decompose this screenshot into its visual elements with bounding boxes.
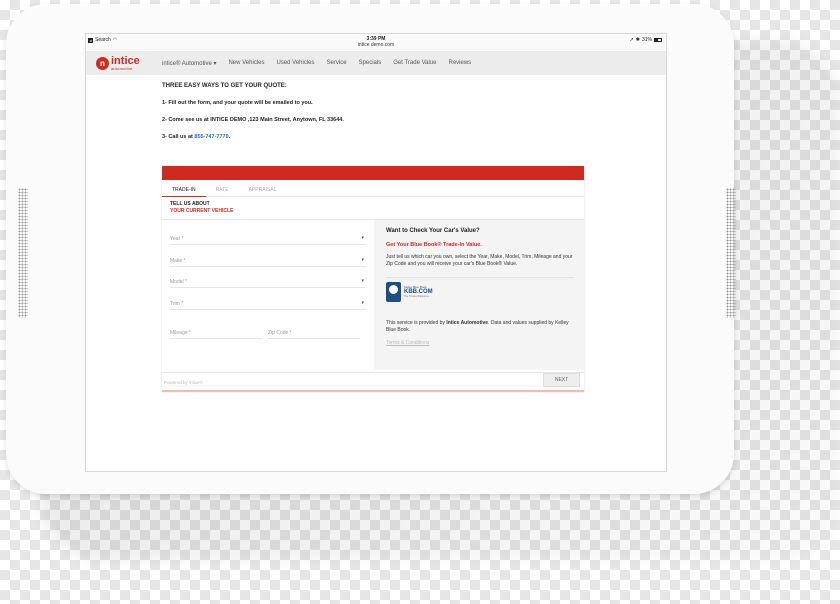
tab-trade-in[interactable]: TRADE-IN — [162, 183, 206, 197]
logo-mark-icon: n — [96, 56, 109, 70]
location-icon: ➚ — [629, 37, 634, 43]
nav-item-service[interactable]: Service — [327, 60, 347, 67]
chevron-down-icon: ▾ — [361, 257, 364, 263]
nav-item-reviews[interactable]: Reviews — [448, 60, 471, 67]
kbb-panel: Want to Check Your Car's Value? Get Your… — [374, 220, 584, 370]
zip-code-label: Zip Code * — [268, 330, 292, 336]
powered-by: Powered by intice® — [164, 380, 203, 385]
step-three: 3- Call us at 855-747-7770. — [162, 134, 230, 140]
nav-item-new-vehicles[interactable]: New Vehicles — [228, 60, 264, 67]
site-logo[interactable]: n intice automotive — [96, 54, 162, 71]
kbb-divider — [386, 277, 574, 278]
nav-menu: intice® Automotive ▾ New Vehicles Used V… — [162, 60, 471, 67]
mileage-label: Mileage * — [170, 330, 191, 336]
step-three-prefix: 3- Call us at — [162, 134, 195, 140]
phone-link[interactable]: 855-747-7770 — [194, 134, 228, 140]
next-button[interactable]: NEXT — [543, 373, 580, 387]
zip-code-input[interactable]: Zip Code * — [268, 325, 360, 339]
mileage-input[interactable]: Mileage * — [170, 325, 262, 339]
kbb-logo-tag: The Trusted Resource — [404, 294, 429, 298]
trim-select[interactable]: Trim * ▾ — [170, 296, 366, 310]
site-navbar: n intice automotive intice® Automotive ▾… — [86, 51, 666, 75]
speaker-grille-right — [726, 188, 736, 318]
make-select[interactable]: Make * ▾ — [170, 253, 366, 267]
step-one: 1- Fill out the form, and your quote wil… — [162, 100, 313, 106]
chevron-down-icon: ▾ — [361, 300, 364, 306]
form-section-heading: TELL US ABOUT YOUR CURRENT VEHICLE — [170, 201, 233, 215]
tell-line-one: TELL US ABOUT — [170, 201, 210, 207]
kbb-subtitle: Get Your Blue Book® Trade-In Value. — [386, 242, 482, 248]
logo-subtext: automotive — [111, 65, 133, 71]
trade-in-form: TRADE-IN RATE APPRAISAL TELL US ABOUT YO… — [162, 166, 584, 392]
year-select[interactable]: Year * ▾ — [170, 231, 366, 245]
step-two: 2- Come see us at INTICE DEMO ,123 Main … — [162, 117, 344, 123]
speaker-grille-left — [18, 188, 28, 318]
terms-link[interactable]: Terms & Conditions — [386, 340, 429, 346]
provided-strong: Intice Automotive — [446, 320, 489, 326]
quote-instructions: THREE EASY WAYS TO GET YOUR QUOTE: 1- Fi… — [162, 83, 602, 140]
step-three-suffix: . — [228, 134, 231, 140]
kbb-badge-icon — [386, 282, 401, 302]
kbb-title: Want to Check Your Car's Value? — [386, 228, 480, 234]
tab-appraisal[interactable]: APPRAISAL — [239, 183, 287, 197]
bluetooth-icon: ✱ — [635, 37, 640, 43]
nav-item-get-trade-value[interactable]: Get Trade Value — [393, 60, 436, 67]
chevron-down-icon: ▾ — [361, 235, 364, 241]
nav-item-used-vehicles[interactable]: Used Vehicles — [277, 60, 315, 67]
kbb-provided-text: This service is provided by Intice Autom… — [386, 320, 576, 335]
status-bar: ◂ Search ◠ 3:39 PM intice demo.com ➚ ✱ 3… — [86, 34, 666, 50]
form-footer-divider — [162, 372, 584, 373]
chevron-down-icon: ▾ — [361, 278, 364, 284]
tell-line-two: YOUR CURRENT VEHICLE — [170, 208, 234, 214]
nav-item-intice-automotive[interactable]: intice® Automotive ▾ — [162, 60, 216, 67]
address-bar-url[interactable]: intice demo.com — [86, 42, 666, 48]
kbb-description: Just tell us which car you own, select t… — [386, 254, 573, 268]
form-tabs: TRADE-IN RATE APPRAISAL — [162, 183, 584, 197]
kbb-logo: Kelley Blue Book KBB.COM The Trusted Res… — [386, 282, 433, 302]
provided-prefix: This service is provided by — [386, 320, 447, 326]
model-label: Model * — [170, 279, 187, 285]
tablet-screen: ◂ Search ◠ 3:39 PM intice demo.com ➚ ✱ 3… — [85, 33, 667, 472]
make-label: Make * — [170, 258, 186, 264]
form-header-bar — [162, 166, 584, 180]
trim-label: Trim * — [170, 301, 184, 307]
battery-icon — [654, 38, 662, 42]
tab-rate[interactable]: RATE — [206, 183, 239, 197]
status-center: 3:39 PM intice demo.com — [86, 36, 666, 48]
quote-title: THREE EASY WAYS TO GET YOUR QUOTE: — [162, 83, 287, 89]
year-label: Year * — [170, 236, 184, 242]
status-right: ➚ ✱ 31% — [630, 37, 662, 43]
model-select[interactable]: Model * ▾ — [170, 274, 366, 288]
battery-percent: 31% — [641, 37, 652, 43]
nav-item-specials[interactable]: Specials — [359, 60, 382, 67]
tablet-frame: ◂ Search ◠ 3:39 PM intice demo.com ➚ ✱ 3… — [6, 4, 736, 494]
logo-text: intice — [111, 54, 140, 67]
